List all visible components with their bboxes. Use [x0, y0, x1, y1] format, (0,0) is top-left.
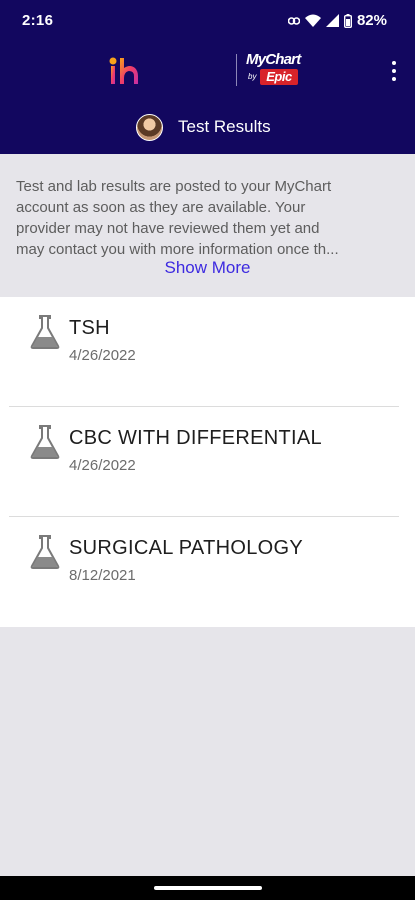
- flask-icon: [30, 535, 60, 569]
- notice-line: account as soon as they are available. Y…: [16, 199, 306, 216]
- mychart-logo: MyChart by Epic: [244, 52, 308, 88]
- home-gesture-handle[interactable]: [154, 886, 262, 890]
- notice-line: may contact you with more information on…: [16, 241, 339, 258]
- notice-line: Test and lab results are posted to your …: [16, 178, 332, 195]
- result-name: SURGICAL PATHOLOGY: [69, 537, 303, 559]
- result-date: 8/12/2021: [69, 567, 136, 584]
- notice-line: provider may not have reviewed them yet …: [16, 220, 320, 237]
- brand-divider: [236, 54, 237, 86]
- status-bar: 2:16 82%: [0, 0, 415, 42]
- health-system-logo: [109, 57, 138, 84]
- page-title-row: Test Results: [136, 112, 271, 142]
- wifi-icon: [304, 14, 321, 27]
- battery-icon: [343, 13, 352, 28]
- link-icon: [287, 16, 300, 25]
- flask-icon: [30, 315, 60, 349]
- page-title: Test Results: [178, 117, 271, 136]
- flask-icon: [30, 425, 60, 459]
- more-vertical-icon[interactable]: [387, 58, 401, 84]
- result-date: 4/26/2022: [69, 347, 136, 364]
- result-name: CBC WITH DIFFERENTIAL: [69, 427, 322, 449]
- status-icons: 82%: [287, 12, 387, 29]
- result-name: TSH: [69, 317, 110, 339]
- list-item[interactable]: SURGICAL PATHOLOGY 8/12/2021: [0, 517, 415, 627]
- epic-logo: Epic: [260, 69, 298, 85]
- results-notice: Test and lab results are posted to your …: [0, 154, 415, 297]
- status-time: 2:16: [22, 12, 54, 29]
- mychart-logo-by: by: [248, 72, 257, 81]
- system-nav-bar: [0, 876, 415, 900]
- notice-text: Test and lab results are posted to your …: [16, 176, 397, 260]
- app-header: 2:16 82% MyChart by Epic Test Results: [0, 0, 415, 154]
- list-item[interactable]: CBC WITH DIFFERENTIAL 4/26/2022: [0, 407, 415, 517]
- avatar[interactable]: [136, 113, 163, 141]
- show-more-link[interactable]: Show More: [0, 258, 415, 278]
- list-item[interactable]: TSH 4/26/2022: [0, 297, 415, 407]
- battery-percent: 82%: [356, 12, 387, 29]
- results-list: TSH 4/26/2022 CBC WITH DIFFERENTIAL 4/26…: [0, 297, 415, 627]
- mychart-logo-text: MyChart: [246, 51, 301, 68]
- signal-icon: [325, 14, 339, 27]
- result-date: 4/26/2022: [69, 457, 136, 474]
